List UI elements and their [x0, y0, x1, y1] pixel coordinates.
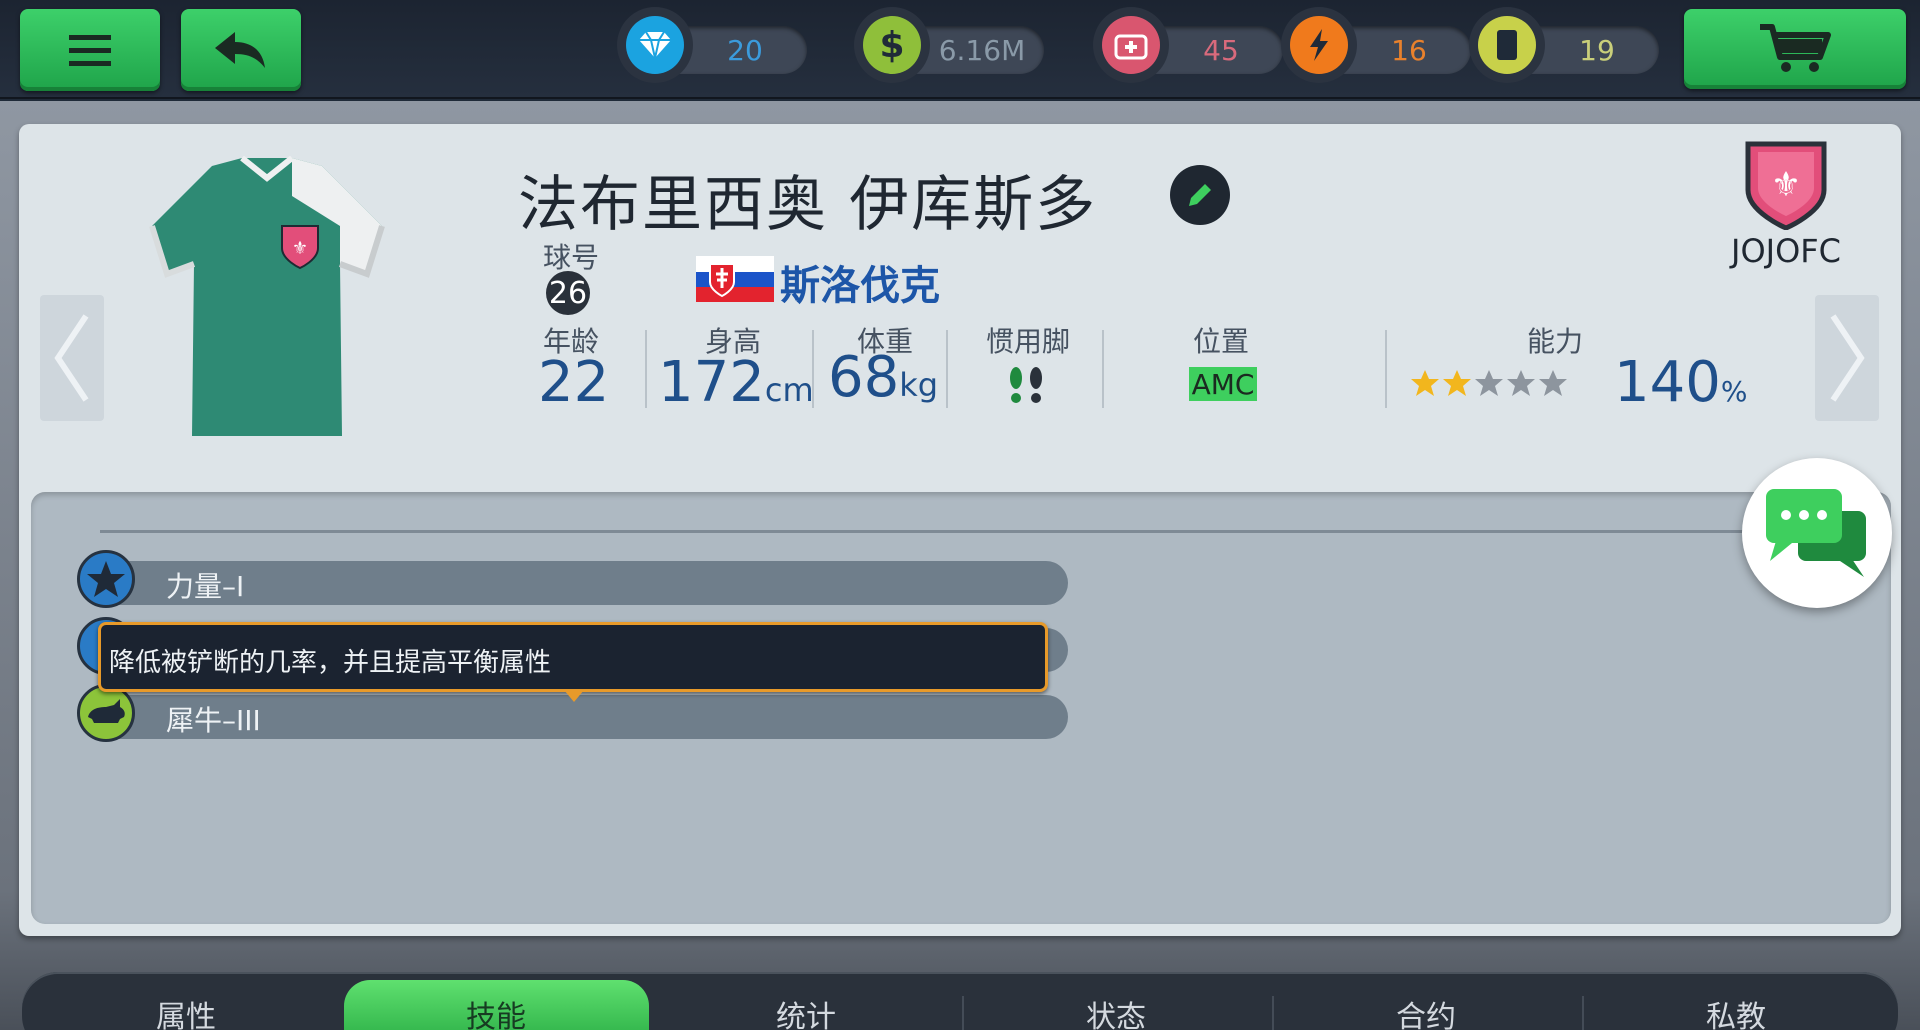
- chat-button[interactable]: [1742, 458, 1892, 608]
- slovakia-flag-icon: [696, 256, 774, 302]
- money-counter[interactable]: $6.16M: [854, 7, 1044, 83]
- ability-unit: %: [1720, 375, 1748, 408]
- dollar-icon: $: [854, 7, 930, 83]
- lightning-icon: [1281, 7, 1357, 83]
- club-name: JOJOFC: [1731, 232, 1841, 270]
- star-empty-icon: [1475, 370, 1503, 396]
- nationality-label: 斯洛伐克: [780, 263, 940, 309]
- club-crest-icon: ⚜: [1745, 141, 1827, 230]
- divider: [1582, 996, 1584, 1030]
- tooltip-text: 降低被铲断的几率，并且提高平衡属性: [109, 648, 552, 678]
- cart-icon: [1760, 24, 1831, 72]
- skill-label: 犀牛–III: [166, 704, 261, 737]
- tooltip-pointer: [564, 690, 584, 702]
- back-arrow-icon: [215, 32, 265, 68]
- rhino-icon: [77, 684, 135, 742]
- divider: [1102, 330, 1104, 408]
- height-unit: cm: [764, 371, 814, 409]
- jersey-icon: ⚜: [149, 156, 385, 436]
- divider: [1272, 996, 1274, 1030]
- edit-name-button[interactable]: [1170, 165, 1230, 225]
- skill-label: 力量–I: [166, 570, 245, 603]
- medical-counter[interactable]: 45: [1093, 7, 1283, 83]
- medkit-icon: [1093, 7, 1169, 83]
- height-value: 172: [658, 350, 765, 415]
- skill-tooltip: 降低被铲断的几率，并且提高平衡属性: [98, 622, 1048, 692]
- number-label: 球号: [542, 241, 599, 274]
- tab-coach[interactable]: 私教: [1586, 992, 1886, 1030]
- prev-player-button[interactable]: [40, 295, 104, 421]
- divider: [812, 330, 814, 408]
- divider: [645, 330, 647, 408]
- weight-value: 68: [828, 345, 900, 410]
- divider: [962, 996, 964, 1030]
- skill-row[interactable]: 力量–I: [77, 550, 1068, 608]
- ability-stars: [1410, 368, 1568, 398]
- card-icon: [1469, 7, 1545, 83]
- diamonds-counter[interactable]: 20: [617, 7, 807, 83]
- tab-contract[interactable]: 合约: [1276, 992, 1576, 1030]
- position-label: 位置: [1192, 325, 1249, 358]
- age-value: 22: [538, 350, 610, 415]
- energy-value: 16: [1391, 33, 1427, 67]
- player-number: 26: [546, 271, 590, 315]
- star-filled-icon: [1443, 370, 1471, 396]
- chevron-right-icon: [1830, 314, 1865, 402]
- svg-text:⚜: ⚜: [292, 238, 308, 259]
- menu-button[interactable]: [20, 9, 160, 91]
- divider: [1385, 330, 1387, 408]
- chevron-left-icon: [54, 314, 89, 402]
- foot-label: 惯用脚: [985, 325, 1070, 358]
- svg-text:⚜: ⚜: [1771, 165, 1801, 205]
- ability-label: 能力: [1526, 325, 1583, 358]
- star-filled-icon: [1411, 370, 1439, 396]
- divider: [946, 330, 948, 408]
- position-badge: AMC: [1189, 367, 1257, 401]
- weight-unit: kg: [899, 366, 939, 404]
- money-value: 6.16M: [938, 33, 1026, 67]
- pencil-icon: [1189, 184, 1211, 206]
- panel-divider: [100, 530, 1820, 533]
- tab-status[interactable]: 状态: [966, 992, 1266, 1030]
- diamond-icon: [617, 7, 693, 83]
- shop-cart-button[interactable]: [1684, 9, 1906, 89]
- hamburger-icon: [69, 35, 111, 66]
- ability-value: 140: [1614, 350, 1721, 415]
- tab-attributes[interactable]: 属性: [36, 992, 336, 1030]
- back-button[interactable]: [181, 9, 301, 91]
- star-icon: [77, 550, 135, 608]
- cards-value: 19: [1579, 33, 1615, 67]
- tab-stats[interactable]: 统计: [656, 992, 956, 1030]
- star-empty-icon: [1539, 370, 1567, 396]
- medical-value: 45: [1203, 33, 1239, 67]
- cards-counter[interactable]: 19: [1469, 7, 1659, 83]
- diamonds-value: 20: [727, 33, 763, 67]
- next-player-button[interactable]: [1815, 295, 1879, 421]
- chat-icon: [1766, 489, 1866, 577]
- star-empty-icon: [1507, 370, 1535, 396]
- tab-skills[interactable]: 技能: [346, 992, 646, 1030]
- energy-counter[interactable]: 16: [1281, 7, 1471, 83]
- player-name: 法布里西奥 伊库斯多: [518, 170, 1098, 240]
- footprints-icon: [1010, 367, 1042, 403]
